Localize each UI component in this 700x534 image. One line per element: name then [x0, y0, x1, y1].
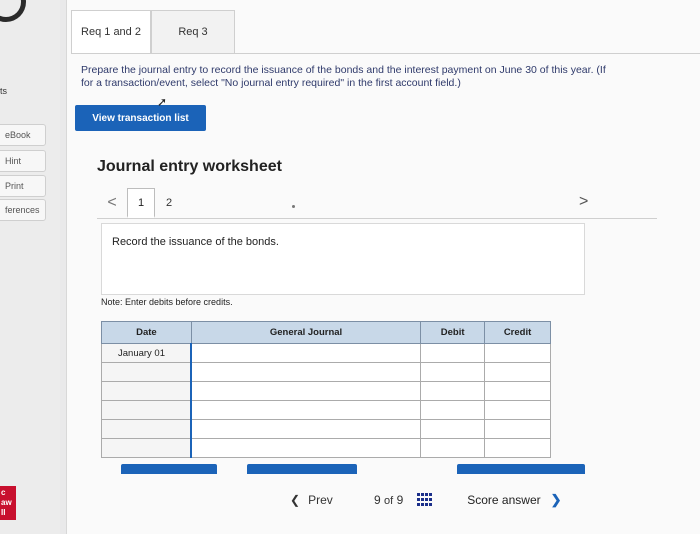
pager-divider: [97, 218, 657, 219]
worksheet-pager: < 1 2: [97, 188, 183, 218]
col-header-date: Date: [101, 321, 192, 344]
worksheet-title: Journal entry worksheet: [97, 158, 282, 175]
debit-cell[interactable]: [420, 419, 486, 439]
account-cell[interactable]: [190, 419, 422, 439]
debit-cell[interactable]: [420, 438, 486, 458]
account-cell[interactable]: [190, 438, 422, 458]
brand-logo-arc: [0, 0, 26, 22]
prev-button[interactable]: ❮ Prev: [290, 493, 350, 507]
credit-cell[interactable]: [484, 400, 551, 420]
score-answer-button[interactable]: Score answer: [467, 493, 540, 507]
table-row: [101, 438, 551, 458]
table-row: [101, 400, 551, 420]
pager-prev-chevron-icon[interactable]: <: [97, 194, 127, 212]
table-row: [101, 419, 551, 439]
sidebar-truncated-label: ts: [0, 86, 8, 96]
counter-current: 9: [374, 493, 381, 507]
table-row: [101, 381, 551, 401]
date-cell[interactable]: [101, 400, 192, 420]
main-panel: Req 1 and 2 Req 3 Prepare the journal en…: [66, 0, 700, 534]
counter-of: of: [384, 495, 394, 507]
instructions-line-2: for a transaction/event, select "No jour…: [81, 77, 461, 89]
debit-cell[interactable]: [420, 343, 486, 363]
col-header-debit: Debit: [420, 321, 486, 344]
pager-dot: [292, 205, 295, 208]
date-cell[interactable]: [101, 362, 192, 382]
debit-cell[interactable]: [420, 381, 486, 401]
tab-divider: [71, 53, 700, 54]
credit-cell[interactable]: [484, 438, 551, 458]
tab-req-1-and-2[interactable]: Req 1 and 2: [71, 10, 151, 54]
credit-cell[interactable]: [484, 362, 551, 382]
pager-page-2[interactable]: 2: [155, 188, 183, 218]
instructions-text: Prepare the journal entry to record the …: [81, 64, 700, 90]
journal-table: Date General Journal Debit Credit Januar…: [101, 321, 551, 458]
pager-page-1[interactable]: 1: [127, 188, 155, 218]
question-grid-icon[interactable]: [417, 493, 433, 507]
account-cell[interactable]: [190, 343, 422, 363]
transaction-description-box: Record the issuance of the bonds.: [101, 223, 585, 295]
date-cell[interactable]: [101, 438, 192, 458]
sidebar-item-ebook[interactable]: eBook: [0, 124, 46, 146]
pager-next-chevron-icon[interactable]: >: [579, 193, 588, 211]
sidebar-item-hint[interactable]: Hint: [0, 150, 46, 172]
prev-label: Prev: [308, 493, 333, 507]
counter-total: 9: [396, 493, 404, 507]
chevron-left-icon: ❮: [290, 493, 301, 507]
view-transaction-list-button[interactable]: View transaction list: [75, 105, 206, 131]
instructions-line-1: Prepare the journal entry to record the …: [81, 64, 606, 76]
record-entry-button[interactable]: [121, 464, 217, 474]
question-counter: 9 of 9: [374, 493, 403, 507]
chevron-right-icon[interactable]: ❯: [551, 492, 562, 508]
credit-cell[interactable]: [484, 381, 551, 401]
transaction-description: Record the issuance of the bonds.: [112, 236, 279, 248]
col-header-credit: Credit: [484, 321, 551, 344]
clear-entry-button[interactable]: [247, 464, 357, 474]
credit-cell[interactable]: [484, 419, 551, 439]
view-general-journal-button[interactable]: [457, 464, 585, 474]
col-header-general-journal: General Journal: [190, 321, 422, 344]
entry-note: Note: Enter debits before credits.: [101, 297, 233, 307]
credit-cell[interactable]: [484, 343, 551, 363]
table-row: January 01: [101, 343, 551, 363]
requirement-tabs: Req 1 and 2 Req 3: [71, 10, 235, 54]
left-sidebar: ts eBook Hint Print ferences c aw II: [0, 0, 60, 534]
sidebar-item-print[interactable]: Print: [0, 175, 46, 197]
debit-cell[interactable]: [420, 400, 486, 420]
date-cell[interactable]: [101, 419, 192, 439]
date-cell[interactable]: [101, 381, 192, 401]
tab-req-3[interactable]: Req 3: [151, 10, 235, 54]
publisher-logo: c aw II: [0, 486, 16, 520]
date-cell[interactable]: January 01: [101, 343, 192, 363]
sidebar-item-references[interactable]: ferences: [0, 199, 46, 221]
account-cell[interactable]: [190, 400, 422, 420]
debit-cell[interactable]: [420, 362, 486, 382]
footer-nav: ❮ Prev 9 of 9 Score answer ❯: [290, 492, 562, 508]
account-cell[interactable]: [190, 362, 422, 382]
table-row: [101, 362, 551, 382]
account-cell[interactable]: [190, 381, 422, 401]
mouse-cursor-icon: ➚: [157, 95, 168, 109]
